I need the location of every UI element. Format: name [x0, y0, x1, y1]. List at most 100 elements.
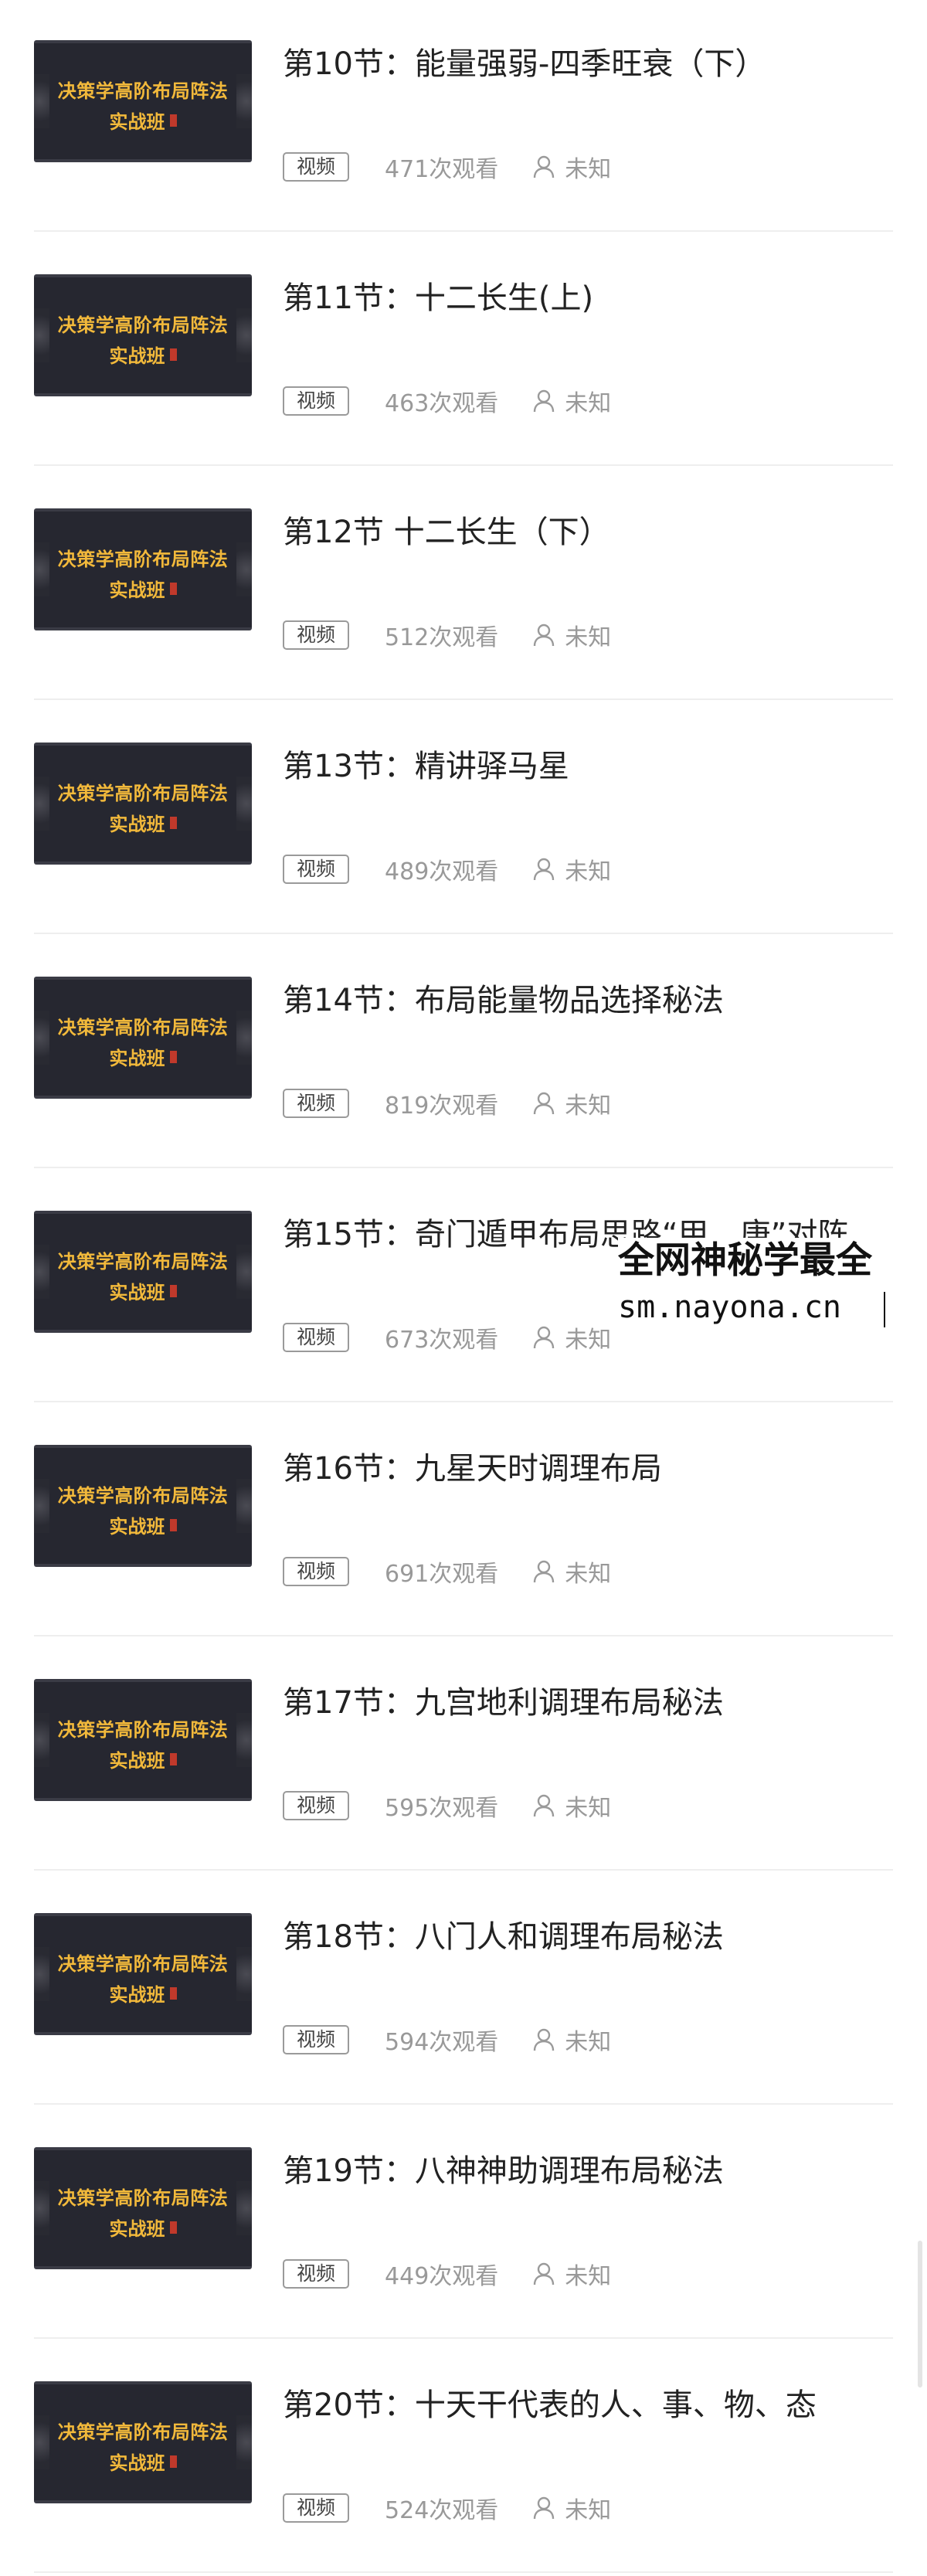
video-tag: 视频	[283, 1791, 350, 1820]
seal-mark	[169, 817, 177, 829]
lesson-meta: 视频 449次观看 未知	[283, 2257, 611, 2291]
user-icon	[534, 1326, 555, 1349]
user-icon	[534, 389, 555, 413]
author: 未知	[532, 1086, 611, 1120]
seal-mark	[169, 1285, 177, 1297]
lesson-thumbnail[interactable]: 决策学高阶布局阵法 实战班	[34, 274, 252, 396]
view-count: 673次观看	[385, 1327, 499, 1354]
lesson-item[interactable]: 决策学高阶布局阵法 实战班 第14节：布局能量物品选择秘法 视频 819次观看 未知	[0, 936, 927, 1171]
user-icon	[534, 858, 555, 881]
lesson-title[interactable]: 第10节：能量强弱-四季旺衰（下）	[283, 45, 885, 83]
lesson-thumbnail[interactable]: 决策学高阶布局阵法实战班	[34, 508, 252, 630]
author-name: 未知	[565, 2029, 612, 2056]
lesson-meta: 视频 691次观看 未知	[283, 1555, 611, 1589]
lesson-item[interactable]: 决策学高阶布局阵法 实战班 第12节 十二长生（下） 视频 512次观看 未知	[0, 468, 927, 702]
author-name: 未知	[565, 156, 612, 183]
author: 未知	[532, 150, 611, 184]
thumbnail-subtitle: 实战班	[34, 575, 252, 602]
thumbnail-title: 决策学高阶布局阵法	[57, 2187, 229, 2209]
scrollbar[interactable]	[918, 2241, 922, 2387]
lesson-thumbnail[interactable]: 决策学高阶布局阵法 实战班	[34, 40, 252, 162]
seal-mark	[169, 1051, 177, 1063]
lesson-meta: 视频 463次观看 未知	[283, 386, 611, 417]
view-count: 512次观看	[385, 624, 499, 651]
thumbnail-subtitle: 实战班	[34, 1043, 252, 1070]
video-tag: 视频	[283, 855, 350, 884]
view-count: 524次观看	[385, 2497, 499, 2524]
video-tag: 视频	[283, 620, 350, 650]
lesson-thumbnail[interactable]: 决策学高阶布局阵法 实战班	[34, 2381, 252, 2503]
lesson-item[interactable]: 决策学高阶布局阵法 实战班 第19节：八神神助调理布局秘法视频 449次观看 未知	[0, 2107, 927, 2341]
thumbnail-title: 决策学高阶布局阵法	[57, 1953, 229, 1975]
lesson-item[interactable]: 决策学高阶布局阵法 实战班 第16节：九星天时调理布局视频 691次观看 未知	[0, 1405, 927, 1639]
author-name: 未知	[565, 2497, 612, 2524]
lesson-title[interactable]: 第16节：九星天时调理布局	[283, 1449, 885, 1488]
lesson-title[interactable]: 第11节：十二长生(上)	[283, 279, 885, 318]
thumbnail-subtitle: 实战班	[34, 1511, 252, 1538]
view-count: 595次观看	[385, 1795, 499, 1822]
thumbnail-title: 决策学高阶布局阵法	[57, 783, 229, 804]
user-icon	[534, 155, 555, 178]
thumbnail-title: 决策学高阶布局阵法	[57, 1719, 229, 1741]
thumbnail-title: 决策学高阶布局阵法	[57, 549, 229, 570]
divider	[34, 933, 893, 934]
lesson-item[interactable]: 决策学高阶布局阵法 实战班 第18节：八门人和调理布局秘法 视频 594次观看 未知	[0, 1873, 927, 2107]
author: 未知	[532, 1789, 611, 1823]
divider	[34, 1401, 893, 1402]
divider	[34, 2337, 893, 2339]
thumbnail-title: 决策学高阶布局阵法	[57, 1251, 229, 1273]
author: 未知	[532, 2023, 611, 2057]
lesson-thumbnail[interactable]: 决策学高阶布局阵法 实战班	[34, 1211, 252, 1333]
lesson-meta: 视频 471次观看 未知	[283, 150, 611, 184]
lesson-item[interactable]: 决策学高阶布局阵法 实战班 第10节：能量强弱-四季旺衰（下） 视频 471次观看 未知	[0, 0, 927, 234]
video-tag: 视频	[283, 2259, 350, 2289]
seal-mark	[169, 1519, 177, 1531]
view-count: 691次观看	[385, 1561, 499, 1588]
video-tag: 视频	[283, 1323, 350, 1352]
thumbnail-title: 决策学高阶布局阵法	[57, 2421, 229, 2443]
lesson-meta: 视频 595次观看 未知	[283, 1789, 611, 1823]
author-name: 未知	[565, 624, 612, 651]
lesson-thumbnail[interactable]: 决策学高阶布局阵法 实战班	[34, 977, 252, 1099]
thumbnail-subtitle: 实战班	[34, 1980, 252, 2007]
author-name: 未知	[565, 1795, 612, 1822]
divider	[34, 1869, 893, 1871]
author: 未知	[532, 2257, 611, 2291]
view-count: 463次观看	[385, 390, 499, 417]
view-count: 449次观看	[385, 2263, 499, 2290]
lesson-title[interactable]: 第13节：精讲驿马星	[283, 747, 885, 786]
lesson-title[interactable]: 第20节：十天干代表的人、事、物、态	[283, 2386, 885, 2425]
lesson-title[interactable]: 第17节：九宫地利调理布局秘法	[283, 1684, 885, 1722]
video-tag: 视频	[283, 152, 350, 182]
divider	[34, 2103, 893, 2105]
divider	[34, 698, 893, 700]
author: 未知	[532, 1320, 611, 1354]
author-name: 未知	[565, 858, 612, 885]
lesson-meta: 视频 489次观看 未知	[283, 854, 611, 885]
lesson-thumbnail[interactable]: 决策学高阶布局阵法 实战班	[34, 1445, 252, 1567]
seal-mark	[169, 114, 177, 127]
lesson-thumbnail[interactable]: 决策学高阶布局阵法 实战班	[34, 2147, 252, 2269]
lesson-item[interactable]: 决策学高阶布局阵法 实战班 第20节：十天干代表的人、事、物、态 视频 524次观看 未知	[0, 2341, 927, 2575]
lesson-title[interactable]: 第14节：布局能量物品选择秘法	[283, 981, 885, 1020]
lesson-item[interactable]: 决策学高阶布局阵法 实战班 第11节：十二长生(上) 视频 463次观看 未知	[0, 234, 927, 468]
seal-mark	[169, 2455, 177, 2468]
lesson-thumbnail[interactable]: 决策学高阶布局阵法 实战班	[34, 743, 252, 865]
lesson-title[interactable]: 第18节：八门人和调理布局秘法	[283, 1918, 885, 1956]
thumbnail-subtitle: 实战班	[34, 107, 252, 134]
author-name: 未知	[565, 2263, 612, 2290]
lesson-thumbnail[interactable]: 决策学高阶布局阵法实战班	[34, 1679, 252, 1801]
lesson-thumbnail[interactable]: 决策学高阶布局阵法实战班	[34, 1913, 252, 2035]
lesson-item[interactable]: 决策学高阶布局阵法 实战班 第13节：精讲驿马星视频 489次观看 未知	[0, 702, 927, 936]
author: 未知	[532, 2491, 611, 2525]
lesson-item[interactable]: 决策学高阶布局阵法 实战班 第17节：九宫地利调理布局秘法 视频 595次观看 未知	[0, 1639, 927, 1873]
video-tag: 视频	[283, 1557, 350, 1586]
user-icon	[534, 1092, 555, 1115]
lesson-title[interactable]: 第19节：八神神助调理布局秘法	[283, 2152, 885, 2190]
user-icon	[534, 624, 555, 647]
video-tag: 视频	[283, 386, 350, 416]
author: 未知	[532, 1555, 611, 1589]
thumbnail-subtitle: 实战班	[34, 1745, 252, 1772]
seal-mark	[169, 1753, 177, 1765]
lesson-title[interactable]: 第12节 十二长生（下）	[283, 513, 885, 552]
